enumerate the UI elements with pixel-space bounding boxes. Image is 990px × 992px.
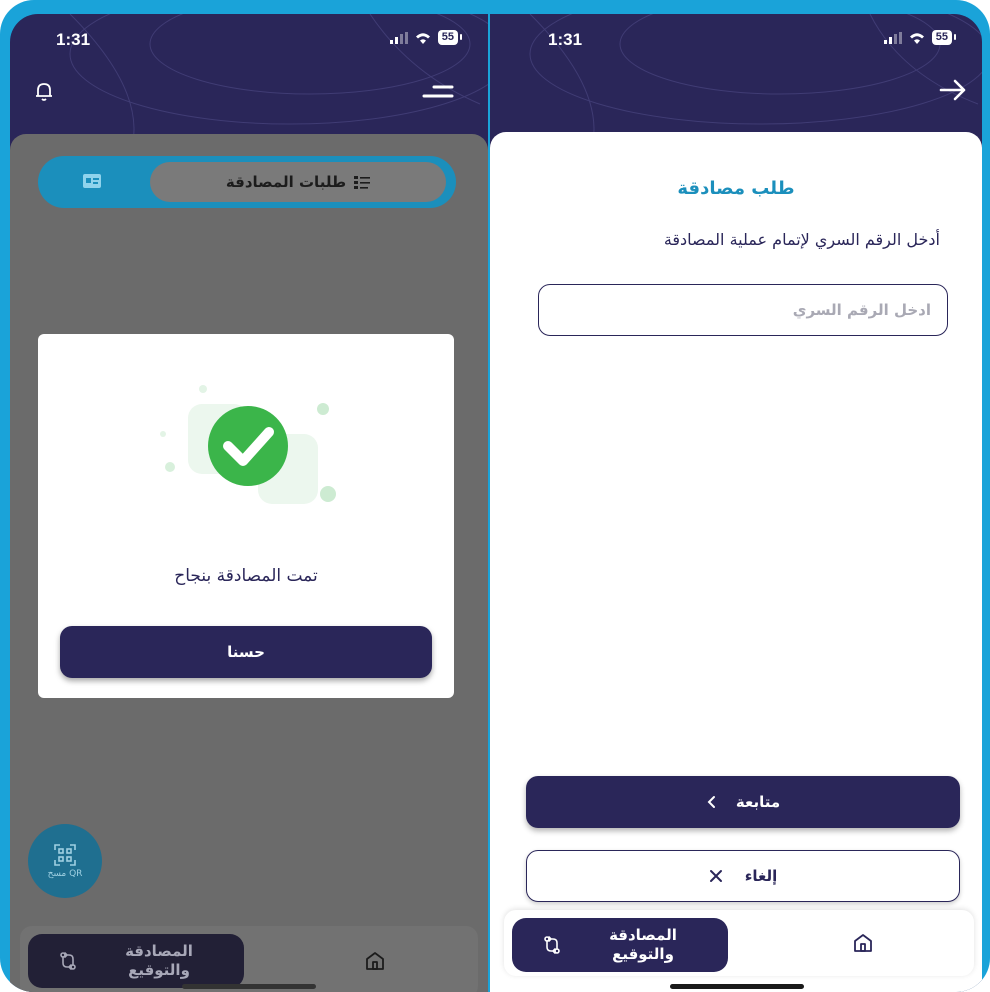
device-frame: 1:31 55 طلبات المصادقة تمت المصادقة بنجا… [0,0,990,992]
continue-label: متابعة [735,793,781,811]
right-screen: 1:31 55 طلب مصادقة أدخل الرقم السري لإتم… [490,14,982,992]
arrow-right-icon[interactable] [938,78,968,102]
ok-button[interactable]: حسنا [60,626,432,678]
sign-icon [60,952,76,970]
status-icons: 55 [883,30,957,45]
battery-indicator: 55 [931,30,957,45]
tab-auth-sign-label: المصادقة والتوقيع [125,942,193,979]
segmented-tabs: طلبات المصادقة [38,156,456,208]
home-indicator [182,984,316,989]
cancel-button[interactable]: إلغاء [526,850,960,902]
menu-icon[interactable] [422,84,454,102]
tab-requests[interactable]: طلبات المصادقة [150,162,446,202]
wifi-icon [415,32,430,44]
battery-indicator: 55 [437,30,463,45]
pin-input[interactable] [538,284,948,336]
home-icon[interactable] [852,932,874,954]
status-time: 1:31 [56,30,91,49]
check-icon [160,385,336,504]
status-bar: 1:31 55 [10,24,488,54]
id-card-icon[interactable] [82,173,102,189]
chevron-left-icon [707,796,715,808]
tab-auth-sign[interactable]: المصادقة والتوقيع [512,918,728,972]
bottom-tab-bar: المصادقة والتوقيع [504,910,974,976]
home-indicator [670,984,804,989]
wifi-icon [909,32,924,44]
page-subtitle: أدخل الرقم السري لإتمام عملية المصادقة [663,230,940,249]
qr-scan-label: مسح QR [47,868,83,879]
right-content: طلب مصادقة أدخل الرقم السري لإتمام عملية… [490,132,982,992]
tab-auth-sign[interactable]: المصادقة والتوقيع [28,934,244,988]
page-title: طلب مصادقة [677,178,795,199]
signal-icon [389,31,408,44]
success-dialog: تمت المصادقة بنجاح حسنا [38,334,454,698]
continue-button[interactable]: متابعة [526,776,960,828]
tab-requests-label: طلبات المصادقة [225,173,347,191]
status-icons: 55 [389,30,463,45]
success-message: تمت المصادقة بنجاح [174,566,318,586]
bell-icon[interactable] [34,80,54,102]
status-time: 1:31 [548,30,583,49]
left-screen: 1:31 55 طلبات المصادقة تمت المصادقة بنجا… [10,14,488,992]
signal-icon [883,31,902,44]
bottom-tab-bar: المصادقة والتوقيع [20,926,478,992]
tab-auth-sign-label: المصادقة والتوقيع [609,926,677,963]
left-content: طلبات المصادقة تمت المصادقة بنجاح حسنا م… [10,134,488,992]
list-icon [354,176,371,189]
qr-icon [54,843,76,866]
home-icon[interactable] [364,950,386,972]
cancel-label: إلغاء [744,867,778,885]
status-bar: 1:31 55 [490,24,982,54]
qr-scan-button[interactable]: مسح QR [28,824,102,898]
sign-icon [544,936,560,954]
close-icon [709,870,722,882]
